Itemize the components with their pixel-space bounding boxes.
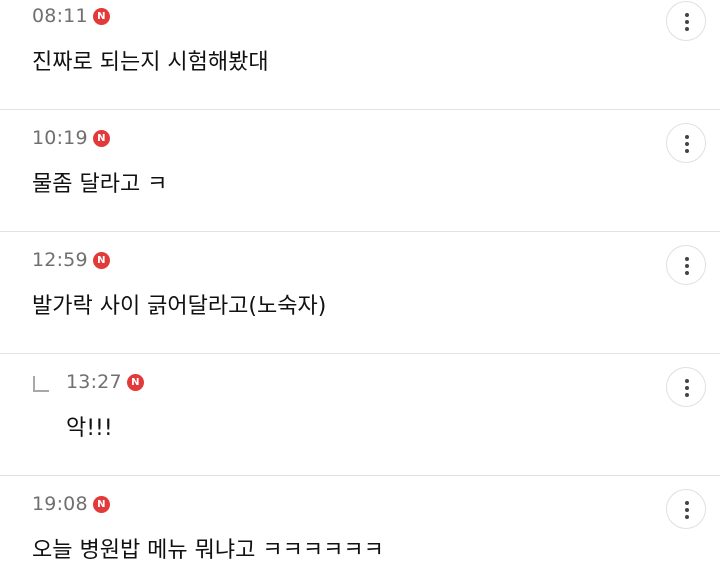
more-options-button[interactable] bbox=[666, 123, 706, 163]
new-badge-icon: N bbox=[92, 129, 110, 147]
comment-time: 12:59 bbox=[32, 249, 88, 271]
new-badge-icon: N bbox=[92, 495, 110, 513]
comment-meta: 12:59 N bbox=[32, 248, 110, 272]
comment-text: 진짜로 되는지 시험해봤대 bbox=[32, 50, 269, 75]
comment-time: 10:19 bbox=[32, 127, 88, 149]
more-options-button[interactable] bbox=[666, 489, 706, 529]
reply-item: 13:27 N 악!!! bbox=[0, 354, 720, 476]
comment-meta: 10:19 N bbox=[32, 126, 110, 150]
comment-item: 08:11 N 진짜로 되는지 시험해봤대 bbox=[0, 0, 720, 110]
more-options-button[interactable] bbox=[666, 367, 706, 407]
comment-meta: 13:27 N bbox=[66, 370, 144, 394]
comment-meta: 08:11 N bbox=[32, 4, 110, 28]
new-badge-icon: N bbox=[92, 251, 110, 269]
comment-time: 13:27 bbox=[66, 371, 122, 393]
comment-text: 물좀 달라고 ㅋ bbox=[32, 172, 168, 197]
comment-item: 12:59 N 발가락 사이 긁어달라고(노숙자) bbox=[0, 232, 720, 354]
new-badge-icon: N bbox=[92, 7, 110, 25]
comment-item: 19:08 N 오늘 병원밥 메뉴 뭐냐고 ㅋㅋㅋㅋㅋㅋ bbox=[0, 476, 720, 585]
reply-arrow-icon bbox=[33, 376, 49, 392]
comment-text: 악!!! bbox=[66, 416, 113, 441]
comment-time: 19:08 bbox=[32, 493, 88, 515]
comment-item: 10:19 N 물좀 달라고 ㅋ bbox=[0, 110, 720, 232]
comment-list: 08:11 N 진짜로 되는지 시험해봤대 10:19 N 물좀 달라고 ㅋ 1… bbox=[0, 0, 720, 585]
comment-meta: 19:08 N bbox=[32, 492, 110, 516]
comment-text: 발가락 사이 긁어달라고(노숙자) bbox=[32, 294, 327, 319]
new-badge-icon: N bbox=[126, 373, 144, 391]
comment-text: 오늘 병원밥 메뉴 뭐냐고 ㅋㅋㅋㅋㅋㅋ bbox=[32, 538, 384, 563]
comment-time: 08:11 bbox=[32, 5, 88, 27]
more-options-button[interactable] bbox=[666, 245, 706, 285]
more-options-button[interactable] bbox=[666, 1, 706, 41]
